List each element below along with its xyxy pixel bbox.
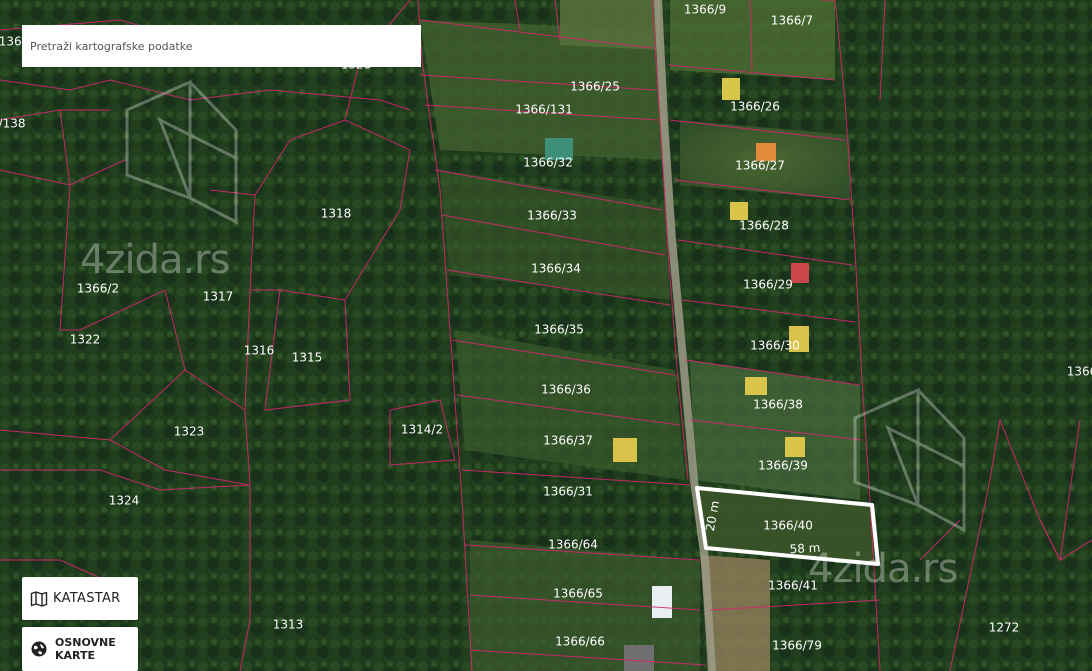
parcel-label-p-1366-28: 1366/28: [739, 219, 789, 233]
parcel-label-p-1366-66: 1366/66: [555, 635, 605, 649]
osnovne-karte-button[interactable]: OSNOVNE KARTE: [22, 627, 138, 671]
watermark-suffix: .rs: [182, 237, 230, 283]
parcel-label-p-1366-38: 1366/38: [753, 398, 803, 412]
parcel-label-p-138: /138: [0, 117, 25, 131]
parcel-label-p-1366-64: 1366/64: [548, 538, 598, 552]
parcel-label-p-1366-34: 1366/34: [531, 262, 581, 276]
parcel-label-p-1366-25: 1366/25: [570, 80, 620, 94]
parcel-label-p-1366-79: 1366/79: [772, 639, 822, 653]
watermark-text-right: 4zida.rs: [808, 546, 958, 592]
parcel-label-p-1317: 1317: [203, 290, 234, 304]
parcel-label-p-1366-32: 1366/32: [523, 156, 573, 170]
parcel-label-p-1314-2: 1314/2: [401, 423, 443, 437]
osnovne-karte-label: OSNOVNE KARTE: [55, 636, 116, 662]
parcel-label-p-1366-35: 1366/35: [534, 323, 584, 337]
parcel-label-p-1366-29: 1366/29: [743, 278, 793, 292]
parcel-label-p-1366-36: 1366/36: [541, 383, 591, 397]
watermark-brand: 4zida: [808, 546, 911, 592]
parcel-label-p-1366-33: 1366/33: [527, 209, 577, 223]
parcel-label-p-1366-65: 1366/65: [553, 587, 603, 601]
map-icon: [30, 590, 48, 608]
parcel-label-p-1366-26: 1366/26: [730, 100, 780, 114]
parcel-label-p-1324: 1324: [109, 494, 140, 508]
parcel-label-p-1366-131: 1366/131: [515, 103, 573, 117]
parcel-label-p-1366-30: 1366/30: [750, 339, 800, 353]
katastar-label: KATASTAR: [53, 591, 121, 606]
parcel-label-p-1366-7: 1366/7: [771, 14, 813, 28]
map-canvas[interactable]: 20 m 58 m 1366/91366/713661328/1381366/2…: [0, 0, 1092, 671]
layers-globe-icon: [30, 640, 48, 658]
parcel-label-p-1366-2: 1366/2: [77, 282, 119, 296]
parcel-label-p-1323: 1323: [174, 425, 205, 439]
parcel-label-p-1315: 1315: [292, 351, 323, 365]
parcel-label-p-1322: 1322: [70, 333, 101, 347]
parcel-label-p-1366-27: 1366/27: [735, 159, 785, 173]
parcel-label-p-1366-40: 1366/40: [763, 519, 813, 533]
parcel-label-p-1318: 1318: [321, 207, 352, 221]
watermark-text-left: 4zida.rs: [80, 237, 230, 283]
parcel-label-p-1366-31: 1366/31: [543, 485, 593, 499]
parcel-label-p-1272: 1272: [989, 621, 1020, 635]
parcel-label-p-1366-9: 1366/9: [684, 3, 726, 17]
parcel-label-p-1366-39: 1366/39: [758, 459, 808, 473]
parcel-label-p-1366-37: 1366/37: [543, 434, 593, 448]
parcel-label-p-1313: 1313: [273, 618, 304, 632]
parcel-label-p-1316: 1316: [244, 344, 275, 358]
katastar-button[interactable]: KATASTAR: [22, 577, 138, 620]
search-input[interactable]: [22, 25, 421, 67]
parcel-label-p-1366-r: 1366: [1067, 365, 1092, 379]
watermark-brand: 4zida: [80, 237, 183, 283]
watermark-suffix: .rs: [910, 546, 958, 592]
